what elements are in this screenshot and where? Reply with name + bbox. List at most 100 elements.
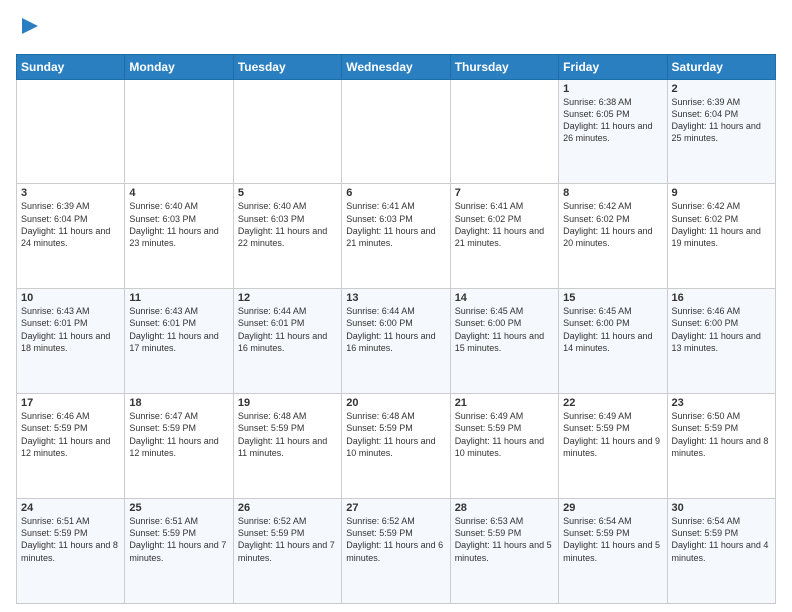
day-info: Sunrise: 6:47 AM Sunset: 5:59 PM Dayligh…: [129, 410, 228, 459]
calendar-cell: 13Sunrise: 6:44 AM Sunset: 6:00 PM Dayli…: [342, 289, 450, 394]
day-info: Sunrise: 6:53 AM Sunset: 5:59 PM Dayligh…: [455, 515, 554, 564]
logo-flag-icon: [18, 16, 42, 40]
calendar-week-1: 1Sunrise: 6:38 AM Sunset: 6:05 PM Daylig…: [17, 79, 776, 184]
day-number: 19: [238, 397, 337, 409]
calendar-cell: 3Sunrise: 6:39 AM Sunset: 6:04 PM Daylig…: [17, 184, 125, 289]
day-info: Sunrise: 6:40 AM Sunset: 6:03 PM Dayligh…: [238, 200, 337, 249]
calendar-header-tuesday: Tuesday: [233, 54, 341, 79]
day-number: 16: [672, 292, 771, 304]
calendar-cell: 15Sunrise: 6:45 AM Sunset: 6:00 PM Dayli…: [559, 289, 667, 394]
calendar-cell: 6Sunrise: 6:41 AM Sunset: 6:03 PM Daylig…: [342, 184, 450, 289]
day-number: 15: [563, 292, 662, 304]
day-number: 7: [455, 187, 554, 199]
day-number: 28: [455, 502, 554, 514]
calendar-week-2: 3Sunrise: 6:39 AM Sunset: 6:04 PM Daylig…: [17, 184, 776, 289]
calendar-header-thursday: Thursday: [450, 54, 558, 79]
calendar-header-row: SundayMondayTuesdayWednesdayThursdayFrid…: [17, 54, 776, 79]
calendar-cell: 27Sunrise: 6:52 AM Sunset: 5:59 PM Dayli…: [342, 499, 450, 604]
calendar-cell: 24Sunrise: 6:51 AM Sunset: 5:59 PM Dayli…: [17, 499, 125, 604]
day-info: Sunrise: 6:41 AM Sunset: 6:02 PM Dayligh…: [455, 200, 554, 249]
calendar-cell: [17, 79, 125, 184]
calendar-header-saturday: Saturday: [667, 54, 775, 79]
calendar-cell: 9Sunrise: 6:42 AM Sunset: 6:02 PM Daylig…: [667, 184, 775, 289]
day-number: 12: [238, 292, 337, 304]
calendar-cell: 28Sunrise: 6:53 AM Sunset: 5:59 PM Dayli…: [450, 499, 558, 604]
day-number: 13: [346, 292, 445, 304]
day-number: 26: [238, 502, 337, 514]
day-number: 6: [346, 187, 445, 199]
day-number: 21: [455, 397, 554, 409]
day-number: 2: [672, 83, 771, 95]
day-info: Sunrise: 6:45 AM Sunset: 6:00 PM Dayligh…: [455, 305, 554, 354]
calendar-cell: 7Sunrise: 6:41 AM Sunset: 6:02 PM Daylig…: [450, 184, 558, 289]
day-info: Sunrise: 6:51 AM Sunset: 5:59 PM Dayligh…: [129, 515, 228, 564]
day-info: Sunrise: 6:42 AM Sunset: 6:02 PM Dayligh…: [672, 200, 771, 249]
calendar-cell: 21Sunrise: 6:49 AM Sunset: 5:59 PM Dayli…: [450, 394, 558, 499]
day-number: 27: [346, 502, 445, 514]
calendar-cell: 26Sunrise: 6:52 AM Sunset: 5:59 PM Dayli…: [233, 499, 341, 604]
day-number: 1: [563, 83, 662, 95]
day-info: Sunrise: 6:39 AM Sunset: 6:04 PM Dayligh…: [672, 96, 771, 145]
day-number: 5: [238, 187, 337, 199]
calendar-cell: 16Sunrise: 6:46 AM Sunset: 6:00 PM Dayli…: [667, 289, 775, 394]
calendar-cell: 18Sunrise: 6:47 AM Sunset: 5:59 PM Dayli…: [125, 394, 233, 499]
day-info: Sunrise: 6:39 AM Sunset: 6:04 PM Dayligh…: [21, 200, 120, 249]
day-info: Sunrise: 6:52 AM Sunset: 5:59 PM Dayligh…: [238, 515, 337, 564]
day-number: 3: [21, 187, 120, 199]
day-info: Sunrise: 6:44 AM Sunset: 6:00 PM Dayligh…: [346, 305, 445, 354]
day-info: Sunrise: 6:52 AM Sunset: 5:59 PM Dayligh…: [346, 515, 445, 564]
calendar-week-5: 24Sunrise: 6:51 AM Sunset: 5:59 PM Dayli…: [17, 499, 776, 604]
day-info: Sunrise: 6:44 AM Sunset: 6:01 PM Dayligh…: [238, 305, 337, 354]
calendar-cell: 25Sunrise: 6:51 AM Sunset: 5:59 PM Dayli…: [125, 499, 233, 604]
day-number: 20: [346, 397, 445, 409]
calendar-week-4: 17Sunrise: 6:46 AM Sunset: 5:59 PM Dayli…: [17, 394, 776, 499]
day-number: 30: [672, 502, 771, 514]
calendar-header-sunday: Sunday: [17, 54, 125, 79]
calendar-table: SundayMondayTuesdayWednesdayThursdayFrid…: [16, 54, 776, 604]
day-number: 23: [672, 397, 771, 409]
day-info: Sunrise: 6:38 AM Sunset: 6:05 PM Dayligh…: [563, 96, 662, 145]
day-number: 11: [129, 292, 228, 304]
calendar-cell: 11Sunrise: 6:43 AM Sunset: 6:01 PM Dayli…: [125, 289, 233, 394]
day-number: 9: [672, 187, 771, 199]
calendar-week-3: 10 Sunrise: 6:43 AM Sunset: 6:01 PM Dayli…: [17, 289, 776, 394]
day-info: Sunrise: 6:46 AM Sunset: 6:00 PM Dayligh…: [672, 305, 771, 354]
calendar-cell: 30Sunrise: 6:54 AM Sunset: 5:59 PM Dayli…: [667, 499, 775, 604]
day-number: 17: [21, 397, 120, 409]
header: [16, 16, 776, 46]
day-info: Sunrise: 6:48 AM Sunset: 5:59 PM Dayligh…: [346, 410, 445, 459]
calendar-cell: [342, 79, 450, 184]
day-number: 18: [129, 397, 228, 409]
day-number: 25: [129, 502, 228, 514]
calendar-cell: 29Sunrise: 6:54 AM Sunset: 5:59 PM Dayli…: [559, 499, 667, 604]
calendar-cell: 23Sunrise: 6:50 AM Sunset: 5:59 PM Dayli…: [667, 394, 775, 499]
day-info: Sunrise: 6:49 AM Sunset: 5:59 PM Dayligh…: [563, 410, 662, 459]
logo: [16, 16, 42, 46]
calendar-cell: [233, 79, 341, 184]
day-info: Sunrise: 6:45 AM Sunset: 6:00 PM Dayligh…: [563, 305, 662, 354]
day-number: 8: [563, 187, 662, 199]
day-info: Sunrise: 6:43 AM Sunset: 6:01 PM Dayligh…: [129, 305, 228, 354]
calendar-cell: 5Sunrise: 6:40 AM Sunset: 6:03 PM Daylig…: [233, 184, 341, 289]
day-number: 4: [129, 187, 228, 199]
calendar-cell: 12Sunrise: 6:44 AM Sunset: 6:01 PM Dayli…: [233, 289, 341, 394]
calendar-cell: 17Sunrise: 6:46 AM Sunset: 5:59 PM Dayli…: [17, 394, 125, 499]
calendar-cell: 8Sunrise: 6:42 AM Sunset: 6:02 PM Daylig…: [559, 184, 667, 289]
day-info: Sunrise: 6:51 AM Sunset: 5:59 PM Dayligh…: [21, 515, 120, 564]
day-info: Sunrise: 6:42 AM Sunset: 6:02 PM Dayligh…: [563, 200, 662, 249]
day-info: Sunrise: 6:54 AM Sunset: 5:59 PM Dayligh…: [672, 515, 771, 564]
calendar-header-monday: Monday: [125, 54, 233, 79]
day-number: 10: [21, 292, 120, 304]
day-info: Sunrise: 6:50 AM Sunset: 5:59 PM Dayligh…: [672, 410, 771, 459]
day-info: Sunrise: 6:46 AM Sunset: 5:59 PM Dayligh…: [21, 410, 120, 459]
calendar-header-wednesday: Wednesday: [342, 54, 450, 79]
calendar-cell: 10Sunrise: 6:43 AM Sunset: 6:01 PM Dayli…: [17, 289, 125, 394]
calendar-cell: 2Sunrise: 6:39 AM Sunset: 6:04 PM Daylig…: [667, 79, 775, 184]
calendar-cell: [450, 79, 558, 184]
day-info: Sunrise: 6:48 AM Sunset: 5:59 PM Dayligh…: [238, 410, 337, 459]
calendar-cell: 14Sunrise: 6:45 AM Sunset: 6:00 PM Dayli…: [450, 289, 558, 394]
calendar-cell: 4Sunrise: 6:40 AM Sunset: 6:03 PM Daylig…: [125, 184, 233, 289]
calendar-cell: 1Sunrise: 6:38 AM Sunset: 6:05 PM Daylig…: [559, 79, 667, 184]
calendar-cell: 19Sunrise: 6:48 AM Sunset: 5:59 PM Dayli…: [233, 394, 341, 499]
day-info: Sunrise: 6:49 AM Sunset: 5:59 PM Dayligh…: [455, 410, 554, 459]
